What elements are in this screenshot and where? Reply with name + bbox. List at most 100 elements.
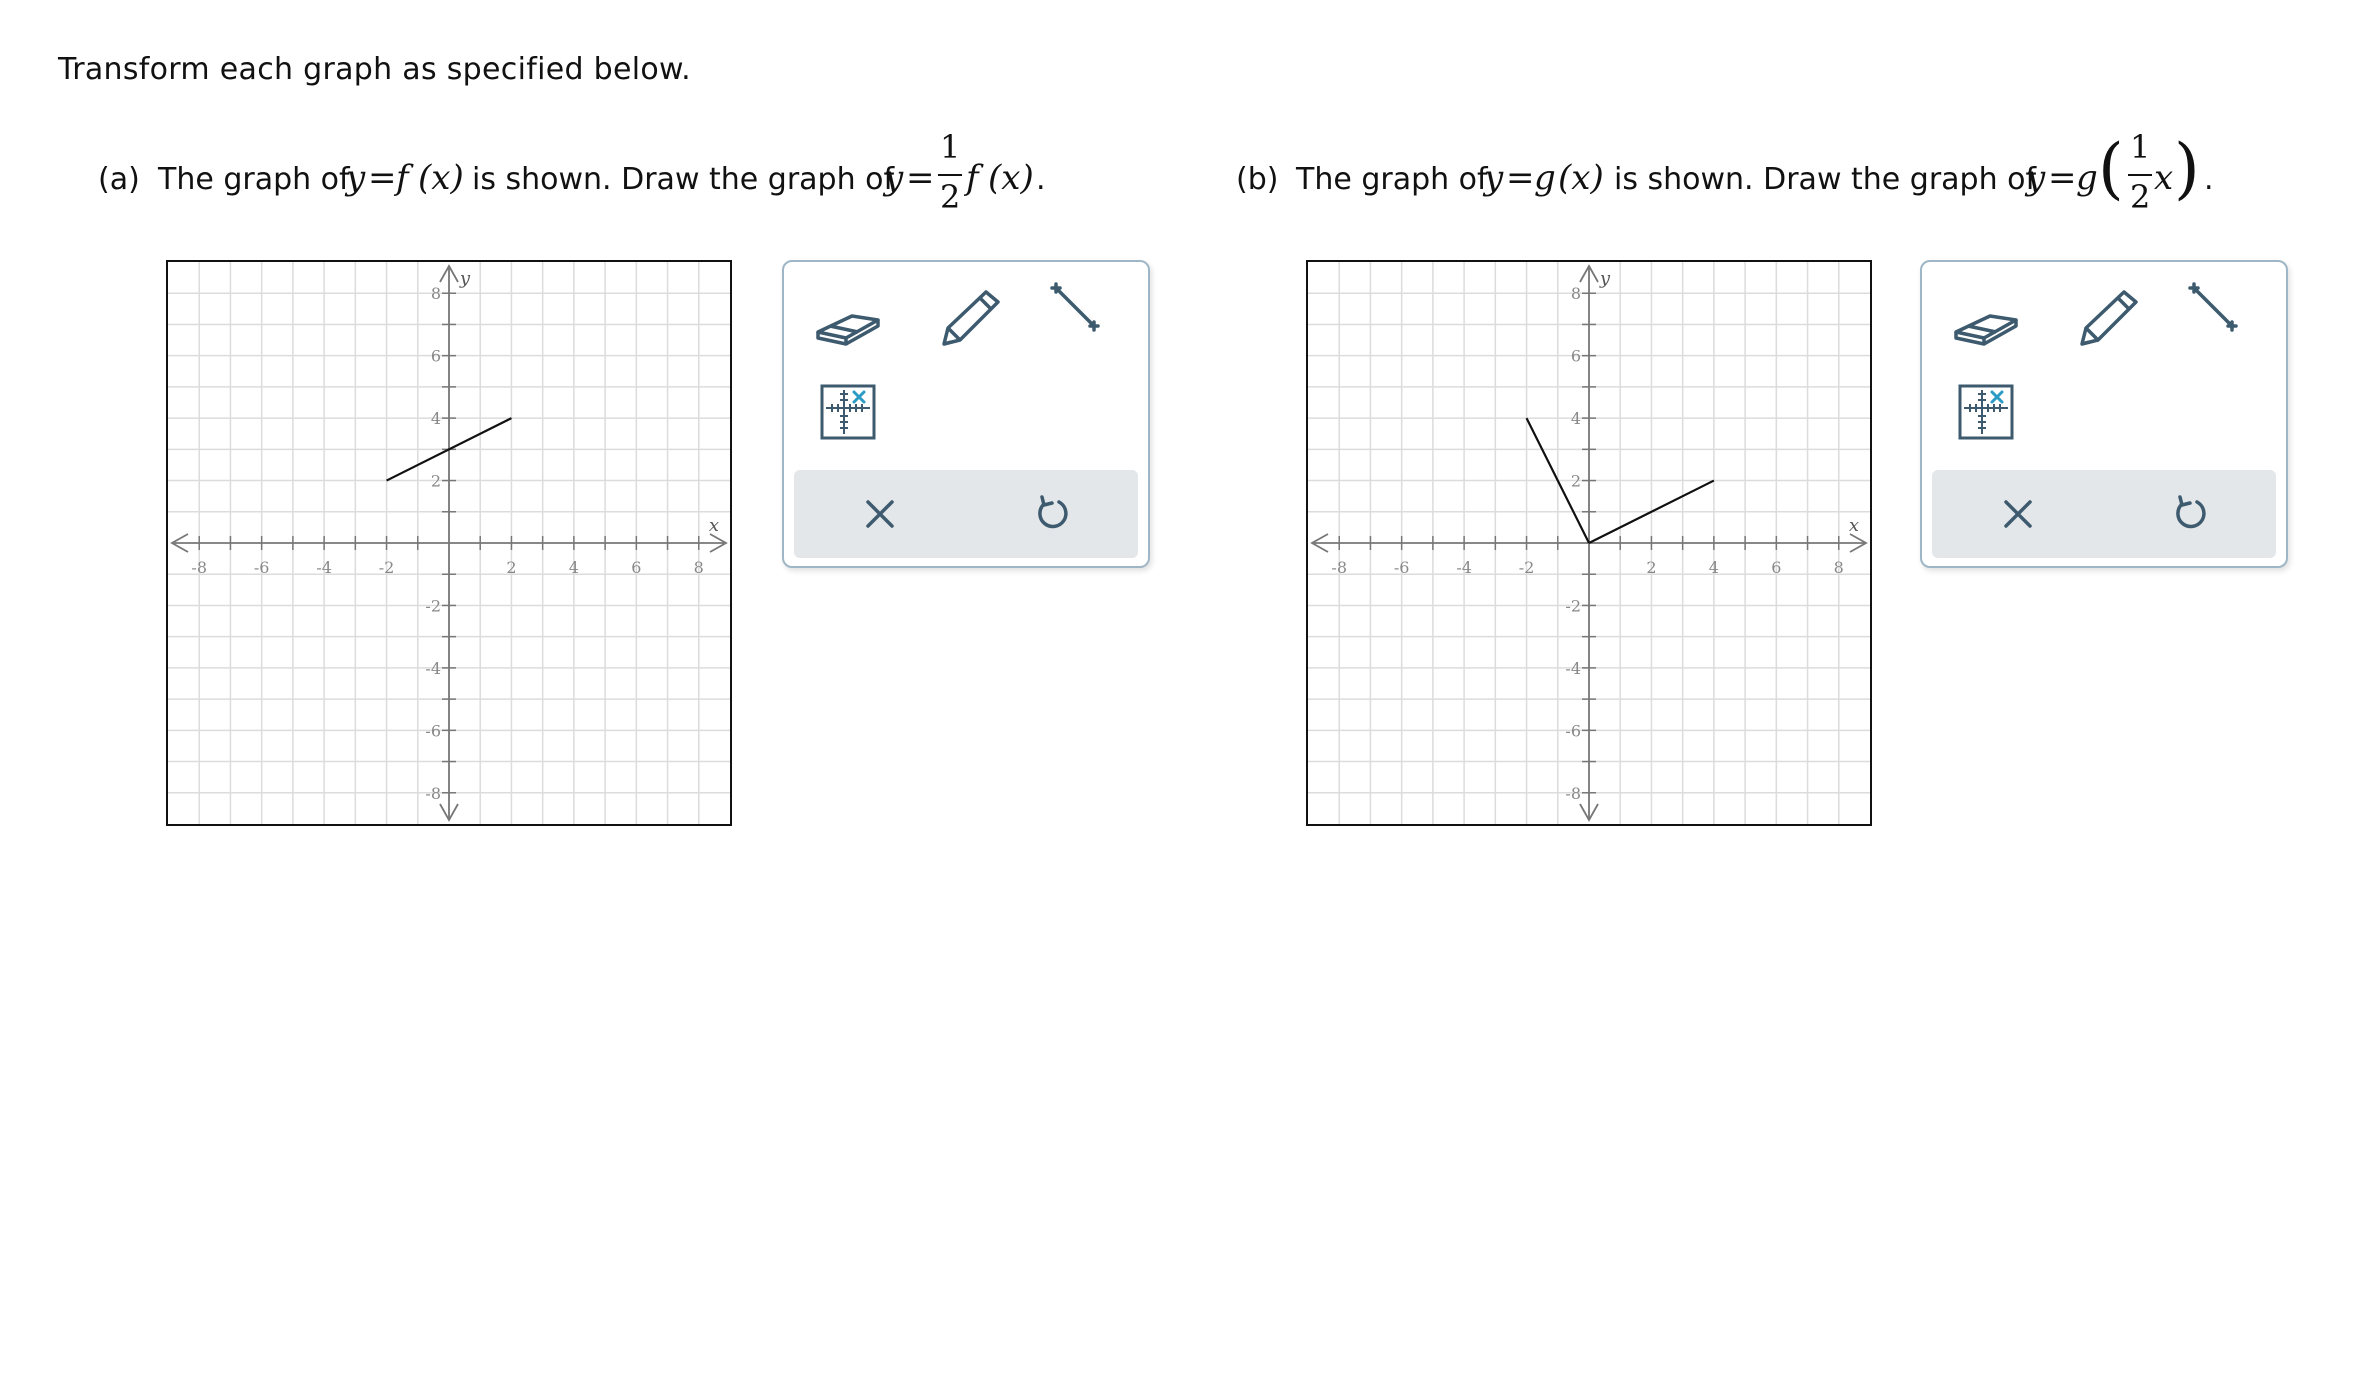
drawing-toolbar — [1920, 260, 2288, 568]
y-tick-label: -4 — [425, 659, 441, 678]
y-tick-label: -8 — [1565, 784, 1581, 803]
x-tick-label: -6 — [254, 558, 270, 577]
undo-button[interactable] — [1022, 484, 1082, 544]
end-punct: . — [2204, 162, 2214, 197]
line-segment-button[interactable] — [2184, 282, 2264, 352]
y-tick-label: -6 — [1565, 721, 1581, 740]
eq-func: g — [2076, 158, 2098, 198]
clear-button[interactable] — [850, 484, 910, 544]
y-axis-label: y — [1599, 268, 1611, 289]
y-tick-label: -4 — [1565, 659, 1581, 678]
eq-func: f — [396, 158, 409, 198]
x-tick-label: -6 — [1394, 558, 1410, 577]
pencil-button[interactable] — [2072, 284, 2152, 354]
graph-a[interactable]: -8 -6 -4 -2 2 4 6 8 8 6 4 2 -2 -4 -6 -8 x y — [166, 260, 732, 826]
drawing-toolbar — [782, 260, 1150, 568]
x-tick-label: 8 — [694, 558, 704, 577]
eraser-button[interactable] — [812, 286, 892, 356]
line-segment-icon — [1050, 282, 1100, 332]
fraction-denominator: 2 — [940, 178, 961, 216]
paren-open: ( — [2098, 130, 2124, 207]
x-tick-label: -8 — [1331, 558, 1347, 577]
clear-button[interactable] — [1988, 484, 2048, 544]
y-tick-label: 6 — [431, 347, 441, 366]
clear-icon — [866, 500, 894, 528]
fraction-denominator: 2 — [2130, 178, 2151, 216]
y-tick-label: -8 — [425, 784, 441, 803]
clear-icon — [2004, 500, 2032, 528]
undo-button[interactable] — [2160, 484, 2220, 544]
undo-icon — [1038, 495, 1068, 529]
eq-arg: (x) — [988, 158, 1034, 198]
x-tick-label: 8 — [1834, 558, 1844, 577]
y-tick-label: -2 — [425, 596, 441, 615]
line-segment-icon — [2188, 282, 2238, 332]
x-axis-label: x — [1849, 515, 1859, 536]
x-tick-label: -2 — [1519, 558, 1535, 577]
action-bar — [794, 470, 1138, 558]
prompt-b: (b) The graph of y = g (x) is shown. Dra… — [1236, 128, 2236, 224]
eraser-icon — [1954, 314, 2018, 346]
eraser-button[interactable] — [1950, 286, 2030, 356]
pencil-button[interactable] — [934, 284, 1014, 354]
y-tick-label: 8 — [431, 284, 441, 303]
prompt-a: (a) The graph of y = f (x) is shown. Dra… — [98, 128, 1058, 224]
coordinate-plane[interactable]: -8 -6 -4 -2 2 4 6 8 8 6 4 2 -2 -4 -6 -8 x y — [168, 262, 730, 824]
x-tick-label: 2 — [506, 558, 516, 577]
graph-b[interactable]: -8 -6 -4 -2 2 4 6 8 8 6 4 2 -2 -4 -6 -8 x y — [1306, 260, 1872, 826]
y-tick-label: 4 — [431, 409, 441, 428]
eq-var: y — [346, 158, 366, 198]
x-tick-label: -2 — [379, 558, 395, 577]
x-tick-label: 4 — [1709, 558, 1719, 577]
point-grid-button[interactable] — [1956, 382, 2016, 442]
eq-equals: = — [368, 158, 397, 198]
eq-equals: = — [906, 158, 935, 198]
x-axis-label: x — [709, 515, 719, 536]
eq-inner-var: x — [2154, 158, 2174, 198]
fraction-bar — [2128, 174, 2152, 176]
coordinate-plane[interactable]: -8 -6 -4 -2 2 4 6 8 8 6 4 2 -2 -4 -6 -8 x y — [1308, 262, 1870, 824]
action-bar — [1932, 470, 2276, 558]
eq-func: f — [966, 158, 979, 198]
pencil-icon — [942, 290, 1000, 346]
eq-var: y — [884, 158, 904, 198]
y-axis-label: y — [459, 268, 471, 289]
fraction-bar — [938, 174, 962, 176]
problem-label: (a) — [98, 162, 140, 197]
x-tick-label: 6 — [1771, 558, 1781, 577]
instructions: Transform each graph as specified below. — [58, 52, 691, 87]
point-grid-icon — [1958, 384, 2014, 440]
prompt-text: The graph of — [158, 162, 350, 197]
undo-icon — [2176, 495, 2206, 529]
eq-func: g — [1534, 158, 1556, 198]
x-tick-label: 2 — [1646, 558, 1656, 577]
prompt-text: is shown. Draw the graph of — [1614, 162, 2037, 197]
x-tick-label: -4 — [316, 558, 332, 577]
problem-label: (b) — [1236, 162, 1279, 197]
paren-close: ) — [2174, 130, 2200, 207]
x-tick-label: 4 — [569, 558, 579, 577]
y-tick-label: -2 — [1565, 596, 1581, 615]
prompt-text: The graph of — [1296, 162, 1488, 197]
eq-equals: = — [2048, 158, 2077, 198]
fraction-numerator: 1 — [940, 128, 961, 166]
y-tick-label: 6 — [1571, 347, 1581, 366]
eq-var: y — [1484, 158, 1504, 198]
eq-arg: (x) — [1558, 158, 1604, 198]
y-tick-label: 4 — [1571, 409, 1581, 428]
fraction-numerator: 1 — [2130, 128, 2151, 166]
y-tick-label: 8 — [1571, 284, 1581, 303]
eq-var: y — [2026, 158, 2046, 198]
y-tick-label: -6 — [425, 721, 441, 740]
end-punct: . — [1036, 162, 1046, 197]
y-tick-label: 2 — [431, 472, 441, 491]
eq-arg: (x) — [418, 158, 464, 198]
prompt-text: is shown. Draw the graph of — [472, 162, 895, 197]
line-segment-button[interactable] — [1046, 282, 1126, 352]
x-tick-label: 6 — [631, 558, 641, 577]
point-grid-button[interactable] — [818, 382, 878, 442]
eq-equals: = — [1506, 158, 1535, 198]
pencil-icon — [2080, 290, 2138, 346]
x-tick-label: -8 — [191, 558, 207, 577]
eraser-icon — [816, 314, 880, 346]
